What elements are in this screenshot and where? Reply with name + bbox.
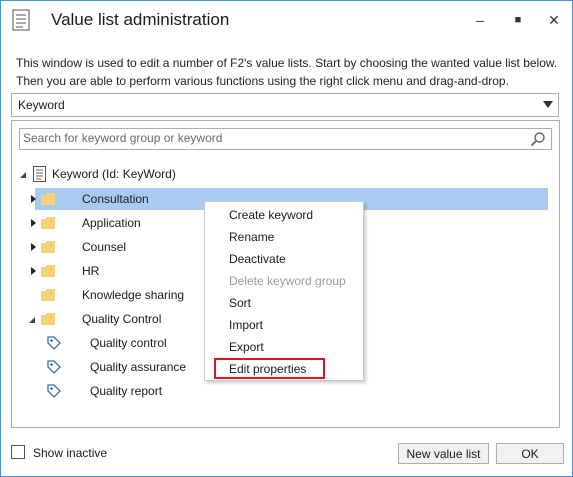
folder-icon <box>41 265 55 277</box>
search-input[interactable] <box>23 130 523 146</box>
search-icon[interactable] <box>530 131 546 147</box>
folder-icon <box>41 193 55 205</box>
close-button[interactable]: ✕ <box>539 9 569 31</box>
collapse-arrow-icon[interactable] <box>28 316 36 324</box>
tree-group-label: Consultation <box>82 192 149 206</box>
expand-arrow-icon[interactable] <box>29 243 37 251</box>
tree-keyword-quality-control[interactable]: Quality control <box>47 332 217 354</box>
expand-arrow-icon[interactable] <box>29 219 37 227</box>
tag-icon <box>47 384 61 398</box>
folder-icon <box>41 241 55 253</box>
menu-item-delete-keyword-group: Delete keyword group <box>229 274 346 288</box>
menu-item-rename[interactable]: Rename <box>205 226 363 248</box>
tree-group-label: Knowledge sharing <box>82 288 185 302</box>
value-list-dropdown[interactable]: Keyword <box>11 93 559 117</box>
tree-group-label: Application <box>82 216 141 230</box>
tree-group-label: Quality Control <box>82 312 162 326</box>
tree-keyword-label: Quality control <box>90 336 167 350</box>
intro-line-1: This window is used to edit a number of … <box>16 56 558 70</box>
tree-group-label: Counsel <box>82 240 127 254</box>
intro-line-2: Then you are able to perform various fun… <box>16 74 509 88</box>
menu-item-import[interactable]: Import <box>205 314 363 336</box>
tree-root-node[interactable]: Keyword (Id: KeyWord) <box>17 163 317 185</box>
folder-icon <box>41 289 55 301</box>
tree-keyword-quality-assurance[interactable]: Quality assurance <box>47 356 217 378</box>
tree-root-label: Keyword (Id: KeyWord) <box>52 167 176 181</box>
minimize-button[interactable]: – <box>465 9 495 31</box>
new-value-list-button[interactable]: New value list <box>398 443 489 464</box>
show-inactive-checkbox[interactable] <box>11 445 25 459</box>
tree-group-label: HR <box>82 264 100 278</box>
menu-item-create-keyword[interactable]: Create keyword <box>205 204 363 226</box>
tree-keyword-label: Quality report <box>90 384 163 398</box>
dropdown-arrow-icon[interactable] <box>543 101 553 108</box>
tree-keyword-quality-report[interactable]: Quality report <box>47 380 217 402</box>
search-box[interactable] <box>19 128 552 150</box>
folder-open-icon <box>41 313 55 325</box>
menu-item-deactivate[interactable]: Deactivate <box>205 248 363 270</box>
menu-item-sort[interactable]: Sort <box>205 292 363 314</box>
maximize-button[interactable]: ■ <box>503 9 533 31</box>
folder-icon <box>41 217 55 229</box>
window-title: Value list administration <box>51 10 230 29</box>
document-list-icon <box>33 166 46 182</box>
collapse-arrow-icon[interactable] <box>19 171 27 179</box>
document-list-icon <box>12 9 30 31</box>
edit-properties-highlight <box>214 358 325 379</box>
expand-arrow-icon[interactable] <box>29 195 37 203</box>
value-list-window: Value list administration – ■ ✕ This win… <box>0 0 573 477</box>
ok-button[interactable]: OK <box>496 443 564 464</box>
dropdown-selected-value: Keyword <box>18 98 65 112</box>
show-inactive-label[interactable]: Show inactive <box>33 446 107 460</box>
tree-keyword-label: Quality assurance <box>90 360 187 374</box>
context-menu: Create keyword Rename Deactivate Delete … <box>204 201 364 381</box>
menu-item-export[interactable]: Export <box>205 336 363 358</box>
expand-arrow-icon[interactable] <box>29 267 37 275</box>
intro-text: This window is used to edit a number of … <box>16 54 561 90</box>
tag-icon <box>47 336 61 350</box>
title-bar: Value list administration – ■ ✕ <box>1 1 572 39</box>
tag-icon <box>47 360 61 374</box>
